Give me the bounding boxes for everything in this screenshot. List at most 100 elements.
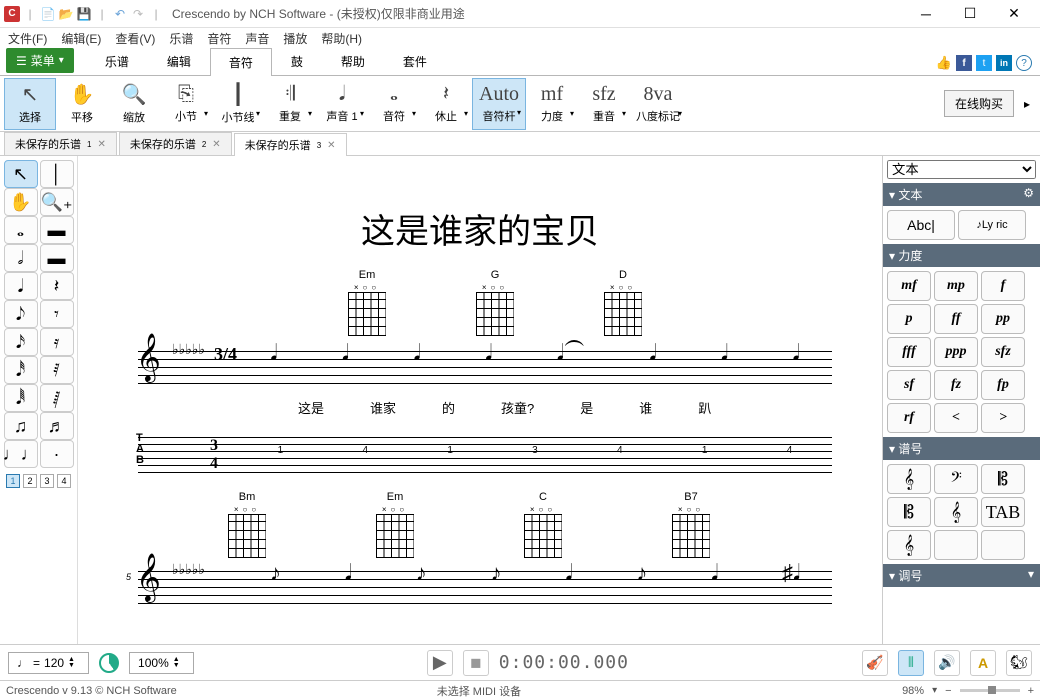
redo-icon[interactable]: ↷ <box>130 6 146 22</box>
tool-button[interactable]: 𝄾 <box>40 300 74 328</box>
menu-view[interactable]: 查看(V) <box>115 30 155 47</box>
tool-button[interactable]: 𝅀 <box>40 356 74 384</box>
zoom-in-button[interactable]: + <box>1028 685 1034 697</box>
ribbon-tab[interactable]: 帮助 <box>322 47 384 75</box>
dynamic-button-pp[interactable]: pp <box>981 304 1025 334</box>
dynamic-button-mf[interactable]: mf <box>887 271 931 301</box>
tool-button[interactable]: 🔍₊ <box>40 188 74 216</box>
dynamic-button-fz[interactable]: fz <box>934 370 978 400</box>
ribbon-button-重复[interactable]: 𝄇重复▾ <box>264 78 316 130</box>
dynamic-button-rf[interactable]: rf <box>887 403 931 433</box>
twitter-icon[interactable]: t <box>976 55 992 71</box>
tool-button[interactable]: 𝅁 <box>40 384 74 412</box>
ribbon-tab[interactable]: 音符 <box>210 48 272 76</box>
dynamic-button->[interactable]: > <box>981 403 1025 433</box>
ribbon-button-小节[interactable]: ⎘小节▾ <box>160 78 212 130</box>
lyric-tool-button[interactable]: ♪Ly ric <box>958 210 1026 240</box>
save-icon[interactable]: 💾 <box>76 6 92 22</box>
tool-button[interactable]: 𝅘𝅥𝅱 <box>4 384 38 412</box>
clef-button[interactable]: 𝄡 <box>887 497 931 527</box>
voice-4[interactable]: 4 <box>57 474 71 488</box>
dynamic-button-ff[interactable]: ff <box>934 304 978 334</box>
ribbon-tab[interactable]: 套件 <box>384 47 446 75</box>
tool-button[interactable]: 𝅗𝅥 <box>4 244 38 272</box>
ribbon-button-音符杆[interactable]: Auto音符杆▾ <box>472 78 526 130</box>
clef-button[interactable] <box>934 530 978 560</box>
ribbon-button-力度[interactable]: mf力度▾ <box>526 78 578 130</box>
menu-edit[interactable]: 编辑(E) <box>61 30 101 47</box>
voice-1[interactable]: 1 <box>6 474 20 488</box>
tool-button[interactable]: ▬ <box>40 244 74 272</box>
tool-button[interactable]: 𝅘𝅥𝅰 <box>4 356 38 384</box>
ribbon-button-平移[interactable]: ✋平移 <box>56 78 108 130</box>
tool-button[interactable]: 𝅝 <box>4 216 38 244</box>
tool-button[interactable]: · <box>40 440 74 468</box>
tool-button[interactable]: ♫ <box>4 412 38 440</box>
stop-button[interactable]: ◼ <box>463 650 489 676</box>
tool-button[interactable]: ▬ <box>40 216 74 244</box>
close-icon[interactable]: ✕ <box>97 139 105 150</box>
dynamic-button-mp[interactable]: mp <box>934 271 978 301</box>
ribbon-button-缩放[interactable]: 🔍缩放 <box>108 78 160 130</box>
clef-button[interactable]: 𝄞 <box>887 530 931 560</box>
menu-help[interactable]: 帮助(H) <box>321 30 362 47</box>
tool-button[interactable]: ♬ <box>40 412 74 440</box>
ribbon-button-选择[interactable]: ↖选择 <box>4 78 56 130</box>
ribbon-button-音符[interactable]: 𝅝音符▾ <box>368 78 420 130</box>
undo-icon[interactable]: ↶ <box>112 6 128 22</box>
minimize-button[interactable]: ─ <box>904 0 948 28</box>
tool-button[interactable]: 𝄽 <box>40 272 74 300</box>
dynamic-button-p[interactable]: p <box>887 304 931 334</box>
main-menu-button[interactable]: ☰ 菜单 ▾ <box>6 48 74 73</box>
close-icon[interactable]: ✕ <box>212 139 220 150</box>
ribbon-button-休止[interactable]: 𝄽休止▾ <box>420 78 472 130</box>
document-tab[interactable]: 未保存的乐谱 2 ✕ <box>119 132 232 155</box>
tool-button[interactable]: ↖ <box>4 160 38 188</box>
tool-button[interactable]: 𝅘𝅥𝅯 <box>4 328 38 356</box>
voice-2[interactable]: 2 <box>23 474 37 488</box>
buy-online-button[interactable]: 在线购买 <box>944 90 1014 117</box>
menu-file[interactable]: 文件(F) <box>8 30 47 47</box>
ribbon-more-icon[interactable]: ▸ <box>1018 97 1036 111</box>
clef-button[interactable]: 𝄞 <box>887 464 931 494</box>
ribbon-button-八度标记[interactable]: 8va八度标记▾ <box>630 78 686 130</box>
maximize-button[interactable]: ☐ <box>948 0 992 28</box>
dynamic-button-ppp[interactable]: ppp <box>934 337 978 367</box>
ribbon-button-重音[interactable]: sfz重音▾ <box>578 78 630 130</box>
ribbon-tab[interactable]: 编辑 <box>148 47 210 75</box>
play-button[interactable]: ▶ <box>427 650 453 676</box>
ribbon-tab[interactable]: 乐谱 <box>86 47 148 75</box>
clef-button[interactable]: 𝄞 <box>934 497 978 527</box>
instruments-button[interactable]: 🎻 <box>862 650 888 676</box>
dynamic-button-fff[interactable]: fff <box>887 337 931 367</box>
text-tool-button[interactable]: Abc| <box>887 210 955 240</box>
score-canvas[interactable]: 这是谁家的宝贝 Em×○○G×○○D×○○ 𝄞 ♭♭♭♭♭ 3/4 𝅘𝅥𝅘𝅥𝅘𝅥… <box>78 156 882 644</box>
ribbon-button-声音 1[interactable]: 𝅘𝅥声音 1▾ <box>316 78 368 130</box>
tool-button[interactable]: ♩♩ <box>4 440 38 468</box>
dynamic-button-f[interactable]: f <box>981 271 1025 301</box>
menu-note[interactable]: 音符 <box>207 30 231 47</box>
ribbon-tab[interactable]: 鼓 <box>272 47 322 75</box>
tempo-field[interactable]: ♩ = 120 ▲▼ <box>8 652 89 674</box>
clef-button[interactable]: 𝄡 <box>981 464 1025 494</box>
new-icon[interactable]: 📄 <box>40 6 56 22</box>
document-tab[interactable]: 未保存的乐谱 3 ✕ <box>234 133 347 156</box>
document-tab[interactable]: 未保存的乐谱 1 ✕ <box>4 132 117 155</box>
facebook-icon[interactable]: f <box>956 55 972 71</box>
zoom-field[interactable]: 100%▲▼ <box>129 652 194 674</box>
tool-b-button[interactable]: 🐿 <box>1006 650 1032 676</box>
tool-button[interactable]: 𝅘𝅥𝅮 <box>4 300 38 328</box>
ribbon-button-小节线[interactable]: ┃小节线▾ <box>212 78 264 130</box>
voice-3[interactable]: 3 <box>40 474 54 488</box>
tool-button[interactable]: 𝄿 <box>40 328 74 356</box>
speaker-button[interactable]: 🔊 <box>934 650 960 676</box>
zoom-out-button[interactable]: − <box>945 685 951 697</box>
dynamic-button-sfz[interactable]: sfz <box>981 337 1025 367</box>
like-icon[interactable]: 👍 <box>936 55 952 71</box>
dynamic-button-fp[interactable]: fp <box>981 370 1025 400</box>
close-button[interactable]: ✕ <box>992 0 1036 28</box>
menu-score[interactable]: 乐谱 <box>169 30 193 47</box>
linkedin-icon[interactable]: in <box>996 55 1012 71</box>
clef-button[interactable]: TAB <box>981 497 1025 527</box>
open-icon[interactable]: 📂 <box>58 6 74 22</box>
